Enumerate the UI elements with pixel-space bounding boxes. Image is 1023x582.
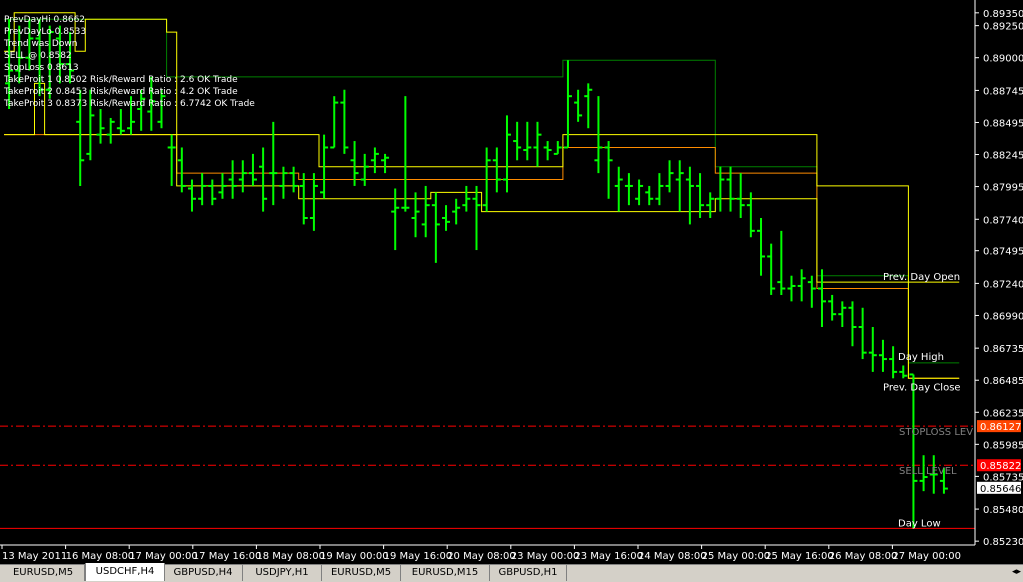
- x-tick-label: 27 May 00:00: [892, 551, 961, 562]
- x-tick-label: 17 May 16:00: [193, 551, 262, 562]
- price-chart[interactable]: Prev. Day Open Day High Prev. Day Close Day…: [0, 0, 1023, 562]
- info-line: TakeProit 1 0.8502 Risk/Reward Ratio : 2…: [3, 75, 238, 85]
- tab-usdchf-h4[interactable]: USDCHF,H4: [85, 563, 165, 581]
- label-day-high: Day High: [898, 352, 944, 363]
- y-tick-label: 0.86990: [983, 311, 1023, 322]
- price-badge: 0.85646: [977, 481, 1021, 495]
- label-prev-day-close: Prev. Day Close: [883, 382, 961, 393]
- info-line: TakeProit 3 0.8373 Risk/Reward Ratio : 6…: [3, 99, 255, 109]
- tab-eurusd-m5[interactable]: EURUSD,M5: [2, 565, 85, 581]
- y-tick-label: 0.86735: [983, 344, 1023, 355]
- x-tick-label: 24 May 08:00: [638, 551, 707, 562]
- y-tick-label: 0.86485: [983, 376, 1023, 387]
- y-tick-label: 0.87995: [983, 183, 1023, 194]
- price-badge-text: 0.85646: [980, 484, 1021, 495]
- info-line: SELL @ 0.8582: [4, 51, 72, 61]
- tab-eurusd-m5[interactable]: EURUSD,M5: [322, 565, 401, 581]
- price-badge-text: 0.85822: [980, 461, 1021, 472]
- info-line: TakeProit 2 0.8453 Risk/Reward Ratio : 4…: [3, 87, 238, 97]
- y-tick-label: 0.87740: [983, 215, 1023, 226]
- x-tick-label: 20 May 08:00: [447, 551, 516, 562]
- x-tick-label: 19 May 16:00: [384, 551, 453, 562]
- price-badge: 0.86127: [977, 420, 1021, 433]
- tab-scroll-arrows[interactable]: ◂▸: [1012, 567, 1021, 577]
- y-tick-label: 0.87495: [983, 247, 1023, 258]
- y-tick-label: 0.88245: [983, 151, 1023, 162]
- y-tick-label: 0.86235: [983, 408, 1023, 419]
- label-prev-day-open: Prev. Day Open: [883, 272, 960, 283]
- x-tick-label: 16 May 08:00: [66, 551, 135, 562]
- chart-tab-bar: ◂▸ EURUSD,M5 USDCHF,H4 GBPUSD,H4 USDJPY,H1 E…: [0, 563, 1023, 582]
- tab-eurusd-m15[interactable]: EURUSD,M15: [401, 565, 490, 581]
- info-line: StopLoss 0.8613: [4, 63, 79, 73]
- label-day-low: Day Low: [898, 518, 941, 529]
- price-badge-text: 0.86127: [980, 422, 1021, 433]
- y-tick-label: 0.85480: [983, 505, 1023, 516]
- x-tick-label: 13 May 2011: [2, 551, 67, 562]
- info-line: PrevDayHi 0.8662: [4, 15, 85, 25]
- y-tick-label: 0.85985: [983, 440, 1023, 451]
- label-stoploss-level: STOPLOSS LEV: [899, 427, 973, 438]
- y-tick-label: 0.89250: [983, 22, 1023, 33]
- tab-gbpusd-h4[interactable]: GBPUSD,H4: [164, 565, 243, 581]
- x-tick-label: 23 May 16:00: [574, 551, 643, 562]
- y-tick-label: 0.89350: [983, 9, 1023, 20]
- x-tick-label: 19 May 00:00: [320, 551, 389, 562]
- y-tick-label: 0.85735: [983, 472, 1023, 483]
- y-tick-label: 0.88495: [983, 118, 1023, 129]
- info-line: PrevDayLo 0.8533: [4, 27, 86, 37]
- y-tick-label: 0.88745: [983, 86, 1023, 97]
- x-tick-label: 17 May 00:00: [129, 551, 198, 562]
- y-tick-label: 0.89000: [983, 54, 1023, 65]
- tab-usdjpy-h1[interactable]: USDJPY,H1: [243, 565, 322, 581]
- x-tick-label: 26 May 08:00: [829, 551, 898, 562]
- x-tick-label: 18 May 08:00: [256, 551, 325, 562]
- y-tick-label: 0.87240: [983, 279, 1023, 290]
- x-tick-label: 25 May 00:00: [702, 551, 771, 562]
- y-tick-label: 0.85230: [983, 537, 1023, 548]
- x-tick-label: 23 May 00:00: [511, 551, 580, 562]
- price-badge: 0.85822: [977, 459, 1021, 472]
- info-line: Trend was Down: [3, 39, 77, 49]
- x-tick-label: 25 May 16:00: [765, 551, 834, 562]
- label-sell-level: SELL LEVEL: [899, 466, 957, 477]
- tab-gbpusd-h1[interactable]: GBPUSD,H1: [490, 565, 567, 581]
